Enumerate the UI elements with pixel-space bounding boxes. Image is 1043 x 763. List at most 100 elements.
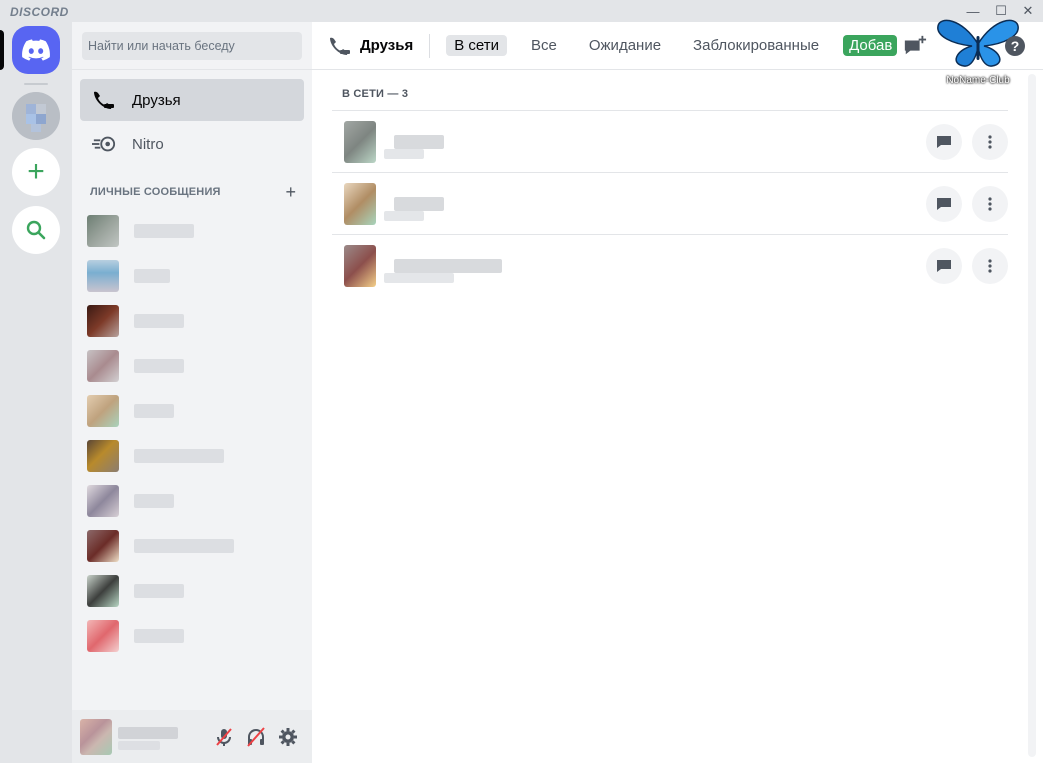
more-vertical-icon [988, 259, 992, 273]
dm-name-redacted [134, 583, 184, 598]
dm-list-item[interactable] [80, 523, 304, 568]
search-icon [26, 220, 46, 240]
deafen-button[interactable] [243, 724, 269, 750]
message-button[interactable] [926, 124, 962, 160]
dm-list-item[interactable] [80, 298, 304, 343]
friend-actions [916, 124, 1008, 160]
dm-avatar [87, 439, 119, 472]
dm-section-title: ЛИЧНЫЕ СООБЩЕНИЯ [90, 186, 221, 198]
gear-icon [279, 728, 297, 746]
friend-row[interactable] [332, 234, 1008, 296]
dm-avatar [87, 529, 119, 562]
help-icon: ? [1005, 36, 1025, 56]
explore-servers-button[interactable] [12, 206, 60, 254]
add-server-button[interactable]: + [12, 148, 60, 196]
headphones-muted-icon [247, 727, 265, 747]
dm-name-redacted [134, 268, 170, 283]
message-icon [937, 136, 951, 148]
friend-actions [916, 186, 1008, 222]
dm-section-header: ЛИЧНЫЕ СООБЩЕНИЯ + [90, 183, 296, 201]
search-bar-container [72, 22, 312, 70]
message-button[interactable] [926, 248, 962, 284]
friend-status-redacted [384, 149, 424, 159]
dm-sidebar: Друзья Nitro ЛИЧНЫЕ СООБЩЕНИЯ + [72, 22, 312, 763]
dm-list-item[interactable] [80, 433, 304, 478]
user-avatar[interactable] [80, 719, 112, 755]
message-icon [937, 198, 951, 210]
discord-app-window: DISCORD — ☐ ✕ + Найти или начать беседу … [0, 0, 1043, 763]
microphone-muted-icon [216, 728, 232, 746]
friend-avatar [344, 182, 376, 225]
close-icon: ✕ [1022, 3, 1034, 18]
friend-row[interactable] [332, 172, 1008, 234]
help-button[interactable]: ? [1003, 34, 1027, 58]
scrollbar[interactable] [1028, 74, 1036, 757]
server-icon[interactable] [12, 92, 60, 140]
user-name-redacted [118, 727, 178, 739]
server-avatar-icon [12, 92, 60, 140]
tab-pending[interactable]: Ожидание [581, 35, 669, 56]
more-options-button[interactable] [972, 124, 1008, 160]
message-button[interactable] [926, 186, 962, 222]
nav-friends[interactable]: Друзья [80, 79, 304, 121]
message-icon [937, 260, 951, 272]
dm-avatar [87, 619, 119, 652]
search-input[interactable] [82, 32, 302, 60]
tab-all[interactable]: Все [523, 35, 565, 56]
dm-name-redacted [134, 493, 174, 508]
tab-online[interactable]: В сети [446, 35, 507, 56]
dm-name-redacted [134, 538, 234, 553]
more-options-button[interactable] [972, 248, 1008, 284]
friend-status-redacted [384, 273, 454, 283]
dm-list-item[interactable] [80, 208, 304, 253]
dm-list [80, 208, 304, 658]
guild-separator [24, 83, 48, 85]
nav-friends-label: Друзья [132, 91, 181, 109]
plus-icon: + [27, 155, 45, 188]
dm-avatar [87, 214, 119, 247]
friend-avatar [344, 244, 376, 287]
dm-avatar [87, 574, 119, 607]
dm-avatar [87, 484, 119, 517]
title-bar: DISCORD — ☐ ✕ [0, 0, 1043, 22]
friends-icon [92, 88, 116, 112]
dm-avatar [87, 394, 119, 427]
dm-list-item[interactable] [80, 613, 304, 658]
dm-name-redacted [134, 223, 194, 238]
friend-name-redacted [394, 258, 502, 273]
nav-nitro[interactable]: Nitro [80, 123, 304, 165]
new-group-dm-button[interactable] [903, 34, 927, 58]
nitro-icon [92, 132, 116, 156]
add-friend-button[interactable]: Добав [843, 35, 898, 56]
dm-name-redacted [134, 448, 224, 463]
friend-avatar [344, 120, 376, 163]
toolbar-title: Друзья [360, 37, 414, 54]
dm-list-item[interactable] [80, 253, 304, 298]
dm-avatar [87, 304, 119, 337]
home-button[interactable] [12, 26, 60, 74]
friend-list [332, 110, 1008, 296]
dm-list-item[interactable] [80, 343, 304, 388]
friend-name-redacted [394, 196, 444, 211]
create-dm-plus-icon[interactable]: + [285, 183, 296, 201]
user-panel [72, 710, 312, 763]
dm-avatar [87, 349, 119, 382]
mute-button[interactable] [211, 724, 237, 750]
dm-list-item[interactable] [80, 478, 304, 523]
dm-avatar [87, 259, 119, 292]
dm-name-redacted [134, 403, 174, 418]
friend-row[interactable] [332, 110, 1008, 172]
dm-list-item[interactable] [80, 388, 304, 433]
more-options-button[interactable] [972, 186, 1008, 222]
dm-list-item[interactable] [80, 568, 304, 613]
friend-actions [916, 248, 1008, 284]
user-tag-redacted [118, 741, 160, 750]
watermark-text: NoName-Club [946, 75, 1010, 86]
server-list: + [0, 22, 72, 763]
friend-status-redacted [384, 211, 424, 221]
settings-button[interactable] [275, 724, 301, 750]
new-group-dm-icon [904, 35, 927, 55]
more-vertical-icon [988, 197, 992, 211]
dm-name-redacted [134, 358, 184, 373]
tab-blocked[interactable]: Заблокированные [685, 35, 827, 56]
